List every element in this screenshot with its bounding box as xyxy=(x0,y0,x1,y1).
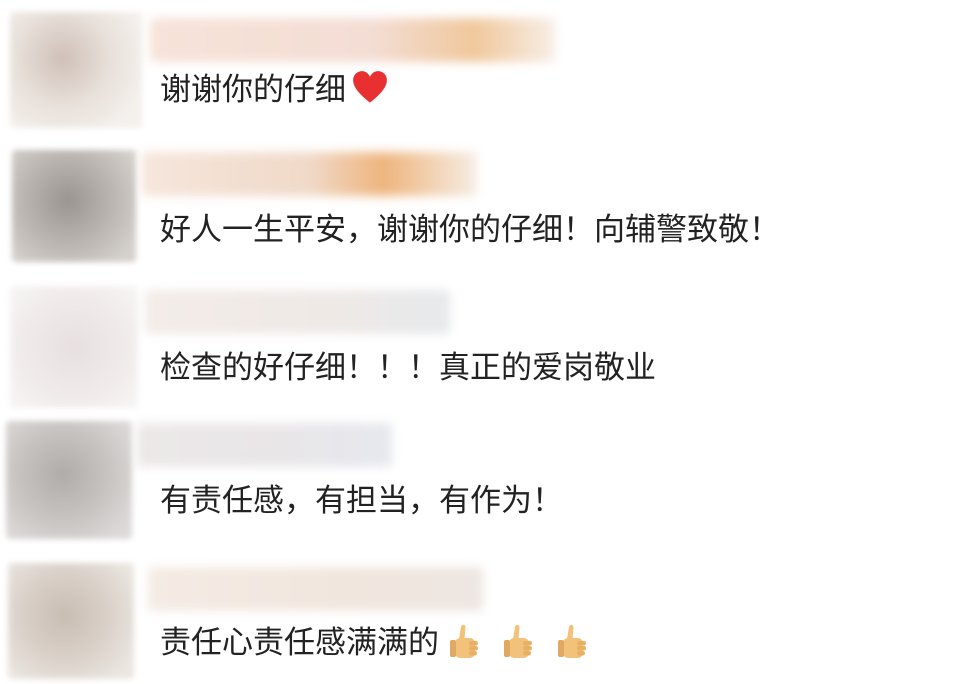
comment-text-content: 检查的好仔细！！！真正的爱岗敬业 xyxy=(160,350,656,386)
comment-text: 责任心责任感满满的 xyxy=(160,621,609,671)
comment-text: 谢谢你的仔细 xyxy=(160,70,388,110)
username-blurred[interactable] xyxy=(150,18,555,62)
comment-text: 检查的好仔细！！！真正的爱岗敬业 xyxy=(160,348,656,388)
comment-item: 检查的好仔细！！！真正的爱岗敬业 xyxy=(0,280,978,415)
avatar[interactable] xyxy=(8,563,134,679)
avatar[interactable] xyxy=(10,286,138,408)
username-blurred[interactable] xyxy=(142,152,477,196)
comment-item: 好人一生平安，谢谢你的仔细！向辅警致敬！ xyxy=(0,140,978,280)
comment-text-content: 责任心责任感满满的 xyxy=(160,625,439,661)
thumbs-up-icon xyxy=(447,621,483,661)
username-blurred[interactable] xyxy=(137,423,392,467)
comment-text: 有责任感，有担当，有作为！ xyxy=(160,481,563,521)
avatar[interactable] xyxy=(6,421,132,539)
username-blurred[interactable] xyxy=(145,290,450,334)
thumbs-up-icon xyxy=(555,621,591,661)
comment-text-content: 谢谢你的仔细 xyxy=(160,72,346,108)
heart-icon xyxy=(352,70,388,106)
comment-text-content: 好人一生平安，谢谢你的仔细！向辅警致敬！ xyxy=(160,212,780,248)
comment-item: 责任心责任感满满的 xyxy=(0,555,978,684)
comment-text: 好人一生平安，谢谢你的仔细！向辅警致敬！ xyxy=(160,210,780,250)
comment-text-content: 有责任感，有担当，有作为！ xyxy=(160,483,563,519)
avatar[interactable] xyxy=(12,150,136,262)
comment-item: 有责任感，有担当，有作为！ xyxy=(0,415,978,555)
thumbs-up-group xyxy=(447,621,609,671)
thumbs-up-icon xyxy=(501,621,537,661)
username-blurred[interactable] xyxy=(148,567,483,611)
comment-item: 谢谢你的仔细 xyxy=(0,0,978,140)
avatar[interactable] xyxy=(10,12,142,128)
